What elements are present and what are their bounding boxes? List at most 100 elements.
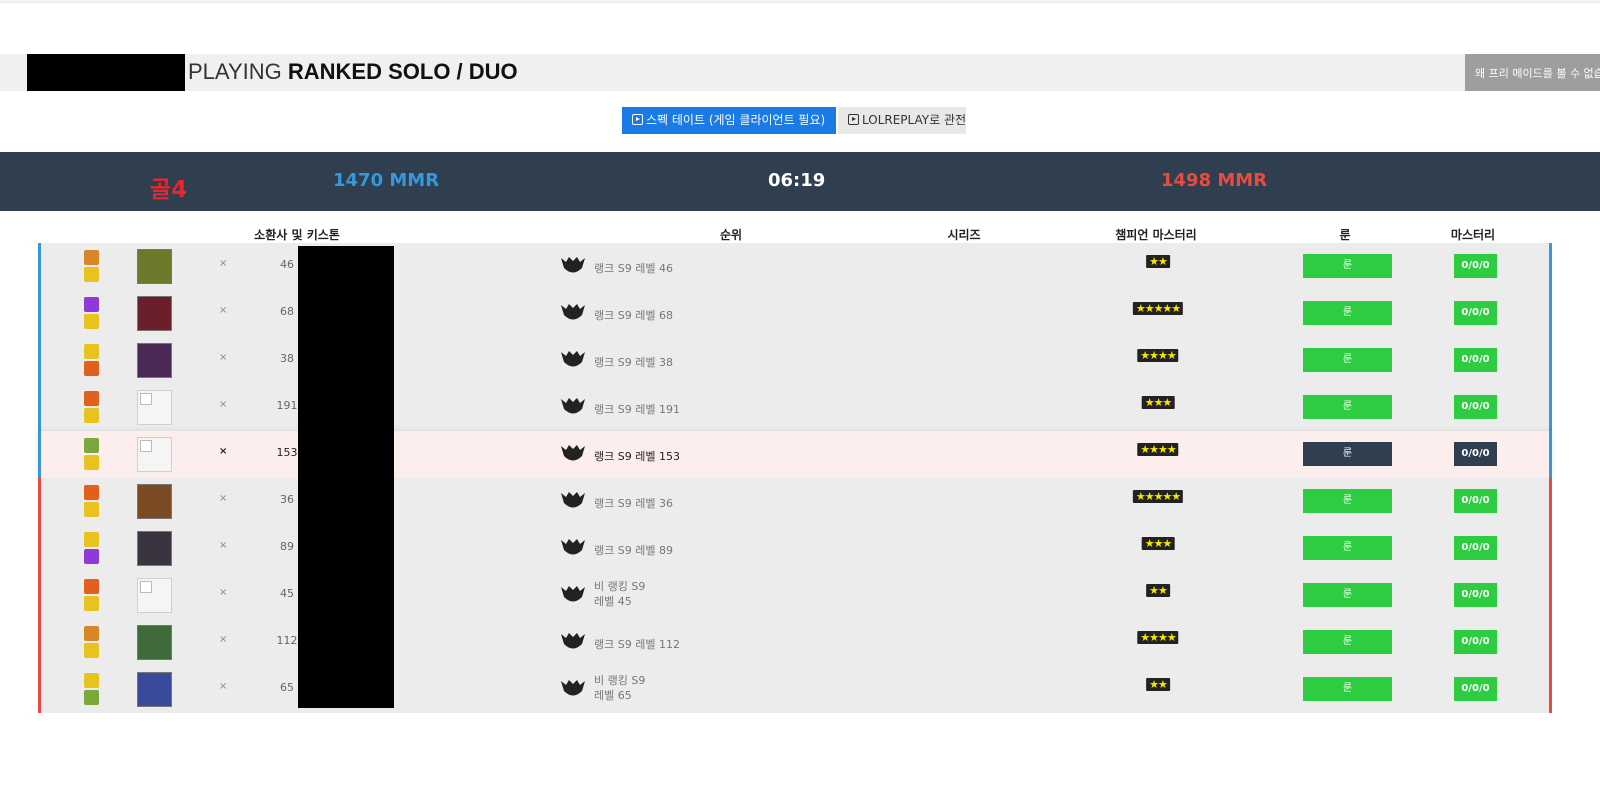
summoner-spells xyxy=(84,485,99,519)
summoner-spell-icon xyxy=(84,250,99,265)
redacted-summoner-name xyxy=(27,54,185,91)
spectate-button[interactable]: 스펙 테이트 (게임 클라이언트 필요) xyxy=(622,107,836,134)
rank-text: 랭크 S9 레벨 153 xyxy=(594,450,680,463)
keystone-mark: × xyxy=(219,493,228,504)
keystone-mark: × xyxy=(219,258,228,269)
champion-portrait xyxy=(137,484,172,519)
mastery-stars: ★★★★★ xyxy=(1132,302,1184,315)
masteries-button[interactable]: 0/0/0 xyxy=(1454,395,1497,419)
summoner-spell-icon xyxy=(84,502,99,517)
champion-portrait xyxy=(137,249,172,284)
summoner-spells xyxy=(84,250,99,284)
mastery-stars: ★★★★ xyxy=(1137,349,1179,362)
rank-emblem-icon xyxy=(561,539,585,555)
rank-emblem-icon xyxy=(561,492,585,508)
keystone-mark: × xyxy=(219,634,228,645)
masteries-button[interactable]: 0/0/0 xyxy=(1454,301,1497,325)
summoner-spells xyxy=(84,626,99,660)
why-premade-button[interactable]: 왜 프리 메이드를 볼 수 없습 xyxy=(1465,54,1600,91)
runes-button[interactable]: 룬 xyxy=(1303,442,1392,466)
rank-text: 랭크 S9 레벨 112 xyxy=(594,638,680,651)
summoner-spell-icon xyxy=(84,438,99,453)
rank-line: 레벨 45 xyxy=(594,595,632,608)
summoner-spell-icon xyxy=(84,361,99,376)
masteries-button[interactable]: 0/0/0 xyxy=(1454,489,1497,513)
player-row: × 89 랭크 S9 레벨 89 ★★★ 룬 0/0/0 xyxy=(38,525,1552,572)
summoner-spell-icon xyxy=(84,485,99,500)
rank-emblem-icon xyxy=(561,680,585,696)
player-row: × 38 랭크 S9 레벨 38 ★★★★ 룬 0/0/0 xyxy=(38,337,1552,384)
title-playing: PLAYING xyxy=(188,59,282,84)
rank-text: 랭크 S9 레벨 36 xyxy=(594,497,673,510)
masteries-button[interactable]: 0/0/0 xyxy=(1454,442,1497,466)
masteries-button[interactable]: 0/0/0 xyxy=(1454,254,1497,278)
col-summoner: 소환사 및 키스톤 xyxy=(254,228,340,242)
player-table: × 46 랭크 S9 레벨 46 ★★ 룬 0/0/0 × 68 랭크 S9 레… xyxy=(38,243,1552,713)
summoner-spell-icon xyxy=(84,549,99,564)
col-champion-mastery: 챔피언 마스터리 xyxy=(1115,228,1197,242)
player-row: × 112 랭크 S9 레벨 112 ★★★★ 룬 0/0/0 xyxy=(38,619,1552,666)
masteries-button[interactable]: 0/0/0 xyxy=(1454,677,1497,701)
blue-team-mmr: 1470 MMR xyxy=(333,170,440,191)
player-row: × 45 비 랭킹 S9 레벨 45 ★★ 룬 0/0/0 xyxy=(38,572,1552,619)
rank-emblem-icon xyxy=(561,445,585,461)
title-queue: RANKED SOLO / DUO xyxy=(287,59,518,84)
masteries-button[interactable]: 0/0/0 xyxy=(1454,348,1497,372)
player-row: × 153 랭크 S9 레벨 153 ★★★★ 룬 0/0/0 xyxy=(38,431,1552,478)
masteries-button[interactable]: 0/0/0 xyxy=(1454,583,1497,607)
summoner-spell-icon xyxy=(84,690,99,705)
runes-button[interactable]: 룬 xyxy=(1303,395,1392,419)
keystone-mark: × xyxy=(219,681,228,692)
runes-button[interactable]: 룬 xyxy=(1303,536,1392,560)
mastery-stars: ★★★★★ xyxy=(1132,490,1184,503)
player-row: × 191 랭크 S9 레벨 191 ★★★ 룬 0/0/0 xyxy=(38,384,1552,431)
score-label: 골4 xyxy=(150,177,188,203)
player-row: × 46 랭크 S9 레벨 46 ★★ 룬 0/0/0 xyxy=(38,243,1552,290)
runes-button[interactable]: 룬 xyxy=(1303,583,1392,607)
runes-button[interactable]: 룬 xyxy=(1303,677,1392,701)
summoner-spell-icon xyxy=(84,626,99,641)
runes-button[interactable]: 룬 xyxy=(1303,348,1392,372)
play-icon xyxy=(632,114,643,125)
summoner-spell-icon xyxy=(84,596,99,611)
top-border xyxy=(0,0,1600,3)
keystone-mark: × xyxy=(219,399,228,410)
rank-line: 레벨 65 xyxy=(594,689,632,702)
masteries-button[interactable]: 0/0/0 xyxy=(1454,536,1497,560)
summoner-spells xyxy=(84,391,99,425)
masteries-button[interactable]: 0/0/0 xyxy=(1454,630,1497,654)
summoner-spell-icon xyxy=(84,673,99,688)
summoner-spell-icon xyxy=(84,391,99,406)
game-title-bar: PLAYING RANKED SOLO / DUO 왜 프리 메이드를 볼 수 … xyxy=(0,54,1600,91)
rank-text: 랭크 S9 레벨 38 xyxy=(594,356,673,369)
summoner-spell-icon xyxy=(84,314,99,329)
rank-text: 랭크 S9 레벨 68 xyxy=(594,309,673,322)
rank-text: 랭크 S9 레벨 89 xyxy=(594,544,673,557)
champion-portrait xyxy=(137,343,172,378)
summoner-spells xyxy=(84,297,99,331)
game-timer: 06:19 xyxy=(768,170,826,191)
lolreplay-button[interactable]: LOLREPLAY로 관전 xyxy=(838,107,966,134)
summoner-spells xyxy=(84,438,99,472)
rank-emblem-icon xyxy=(561,304,585,320)
runes-button[interactable]: 룬 xyxy=(1303,489,1392,513)
champion-portrait xyxy=(137,531,172,566)
table-header: 소환사 및 키스톤 순위 시리즈 챔피언 마스터리 룬 마스터리 xyxy=(0,224,1600,242)
keystone-mark: × xyxy=(219,446,228,457)
champion-portrait xyxy=(137,390,172,425)
rank-emblem-icon xyxy=(561,398,585,414)
mastery-stars: ★★ xyxy=(1146,255,1170,268)
summoner-spell-icon xyxy=(84,297,99,312)
runes-button[interactable]: 룬 xyxy=(1303,301,1392,325)
runes-button[interactable]: 룬 xyxy=(1303,630,1392,654)
mastery-stars: ★★★ xyxy=(1141,396,1175,409)
player-row: × 68 랭크 S9 레벨 68 ★★★★★ 룬 0/0/0 xyxy=(38,290,1552,337)
play-icon xyxy=(848,114,859,125)
summoner-spell-icon xyxy=(84,643,99,658)
keystone-mark: × xyxy=(219,587,228,598)
mastery-stars: ★★★★ xyxy=(1137,443,1179,456)
rank-text: 랭크 S9 레벨 191 xyxy=(594,403,680,416)
page-title: PLAYING RANKED SOLO / DUO xyxy=(188,59,518,85)
action-buttons: 스펙 테이트 (게임 클라이언트 필요) LOLREPLAY로 관전 xyxy=(0,107,1600,135)
runes-button[interactable]: 룬 xyxy=(1303,254,1392,278)
